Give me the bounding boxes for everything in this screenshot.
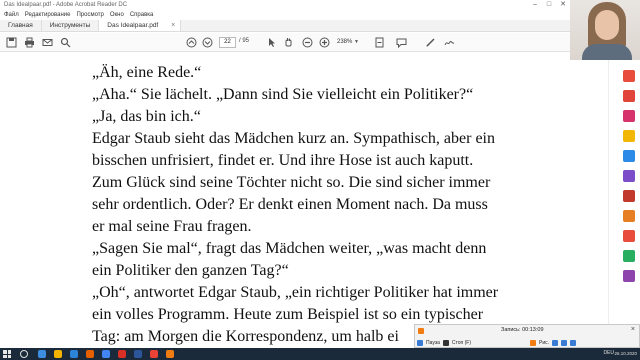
text-line: Tag: am Morgen die Korrespondenz, um hal… — [92, 328, 399, 345]
text-line: bisschen unfrisiert, findet er. Und ihre… — [92, 152, 474, 169]
taskview-icon[interactable] — [38, 350, 46, 358]
redact-icon[interactable] — [623, 190, 635, 202]
close-window-button[interactable]: ✕ — [556, 0, 570, 10]
more-tools-icon[interactable] — [623, 270, 635, 282]
webcam-person-face — [595, 10, 619, 40]
maximize-button[interactable]: □ — [542, 0, 556, 10]
text-line: ein Politiker den ganzen Tag?“ — [92, 262, 289, 279]
chrome-icon[interactable] — [102, 350, 110, 358]
page-number-input[interactable]: 22 — [219, 37, 236, 48]
microphone-icon[interactable] — [561, 339, 568, 346]
send-for-review-icon[interactable] — [623, 250, 635, 262]
tab-home[interactable]: Главная — [0, 20, 42, 31]
file-explorer-icon[interactable] — [54, 350, 62, 358]
menu-edit[interactable]: Редактирование — [25, 12, 71, 18]
camera-icon[interactable] — [552, 339, 559, 346]
word-icon[interactable] — [134, 350, 142, 358]
recorder-close-icon[interactable]: × — [631, 326, 635, 333]
tab-document-label: Das Idealpaar.pdf — [107, 22, 159, 29]
print-icon[interactable] — [24, 37, 35, 48]
select-cursor-icon[interactable] — [266, 37, 277, 48]
toolbar: 22 / 95 238% ▼ — [0, 33, 570, 52]
webcam-person-body — [582, 44, 632, 60]
text-line: er mal seine Frau fragen. — [92, 218, 252, 235]
text-line: „Aha.“ Sie lächelt. „Dann sind Sie viell… — [92, 86, 474, 103]
text-line: „Ja, das bin ich.“ — [92, 108, 201, 125]
pause-icon — [417, 339, 423, 346]
recorder-app-icon[interactable] — [166, 350, 174, 358]
title-bar: Das Idealpaar.pdf - Adobe Acrobat Reader… — [0, 0, 640, 10]
pause-button[interactable]: Пауза — [426, 340, 440, 346]
taskbar: DEU 26.10.2020 — [0, 348, 640, 360]
zoom-in-icon[interactable] — [319, 37, 330, 48]
zoom-out-icon[interactable] — [302, 37, 313, 48]
settings-icon[interactable] — [570, 339, 577, 346]
text-line: „Sagen Sie mal“, fragt das Mädchen weite… — [92, 240, 487, 257]
text-line: Zum Glück sind seine Töchter nicht so. D… — [92, 174, 491, 191]
menu-bar: Файл Редактирование Просмотр Окно Справк… — [0, 10, 570, 20]
recording-timer: Запись: 00:13:09 — [501, 327, 544, 333]
text-line: sehr ordentlich. Oder? Er denkt einen Mo… — [92, 196, 488, 213]
edge-browser-icon[interactable] — [70, 350, 78, 358]
search-icon[interactable] — [60, 37, 71, 48]
taskbar-search-icon[interactable] — [20, 350, 28, 358]
yandex-browser-icon[interactable] — [150, 350, 158, 358]
minimize-button[interactable]: – — [528, 0, 542, 10]
stop-button[interactable]: Стоп (F) — [452, 340, 471, 346]
menu-view[interactable]: Просмотр — [76, 12, 103, 18]
text-line: ein volles Programm. Heute zum Beispiel … — [92, 306, 484, 323]
zoom-level-value: 238% — [337, 39, 353, 45]
create-pdf-icon[interactable] — [623, 90, 635, 102]
recorder-logo-icon — [418, 328, 424, 334]
windows-start-icon[interactable] — [3, 350, 11, 358]
text-line: „Äh, eine Rede.“ — [92, 64, 202, 81]
tab-document[interactable]: Das Idealpaar.pdf × — [99, 20, 182, 31]
combine-files-icon[interactable] — [623, 150, 635, 162]
email-icon[interactable] — [42, 37, 53, 48]
firefox-icon[interactable] — [86, 350, 94, 358]
export-pdf-icon[interactable] — [623, 70, 635, 82]
menu-window[interactable]: Окно — [110, 12, 124, 18]
menu-file[interactable]: Файл — [4, 12, 19, 18]
acrobat-reader-icon[interactable] — [118, 350, 126, 358]
menu-help[interactable]: Справка — [130, 12, 154, 18]
fill-sign-icon[interactable] — [623, 230, 635, 242]
keyboard-language[interactable]: DEU — [603, 350, 614, 356]
window-controls: – □ ✕ — [528, 0, 570, 10]
webcam-overlay — [570, 0, 640, 60]
close-tab-icon[interactable]: × — [171, 22, 175, 29]
window-title: Das Idealpaar.pdf - Adobe Acrobat Reader… — [4, 2, 128, 8]
stop-icon — [442, 339, 449, 346]
tab-bar: Главная Инструменты Das Idealpaar.pdf × — [0, 20, 570, 32]
fit-page-icon[interactable] — [374, 37, 385, 48]
comment-tool-icon[interactable] — [623, 130, 635, 142]
tab-tools[interactable]: Инструменты — [42, 20, 100, 31]
protect-icon[interactable] — [623, 210, 635, 222]
sign-icon[interactable] — [444, 37, 455, 48]
screen-recorder-window[interactable]: Запись: 00:13:09 × Пауза Стоп (F) Рис. — [414, 324, 640, 348]
edit-pdf-icon[interactable] — [623, 110, 635, 122]
document-page[interactable]: „Äh, eine Rede.“ „Aha.“ Sie lächelt. „Da… — [0, 52, 608, 347]
taskbar-date: 26.10.2020 — [614, 351, 637, 356]
organize-pages-icon[interactable] — [623, 170, 635, 182]
comment-icon[interactable] — [396, 37, 407, 48]
zoom-level-select[interactable]: 238% ▼ — [337, 37, 365, 48]
page-up-icon[interactable] — [186, 37, 197, 48]
page-total: / 95 — [239, 38, 250, 44]
draw-button[interactable]: Рис. — [539, 340, 549, 346]
pen-icon[interactable] — [425, 37, 436, 48]
chevron-down-icon: ▼ — [354, 39, 359, 45]
hand-tool-icon[interactable] — [283, 37, 294, 48]
page-down-icon[interactable] — [202, 37, 213, 48]
save-icon[interactable] — [6, 37, 17, 48]
draw-icon — [530, 339, 537, 346]
recorder-controls: Пауза Стоп (F) Рис. — [417, 338, 577, 347]
text-line: „Oh“, antwortet Edgar Staub, „ein richti… — [92, 284, 499, 301]
text-line: Edgar Staub sieht das Mädchen kurz an. S… — [92, 130, 495, 147]
tools-pane — [608, 60, 640, 348]
